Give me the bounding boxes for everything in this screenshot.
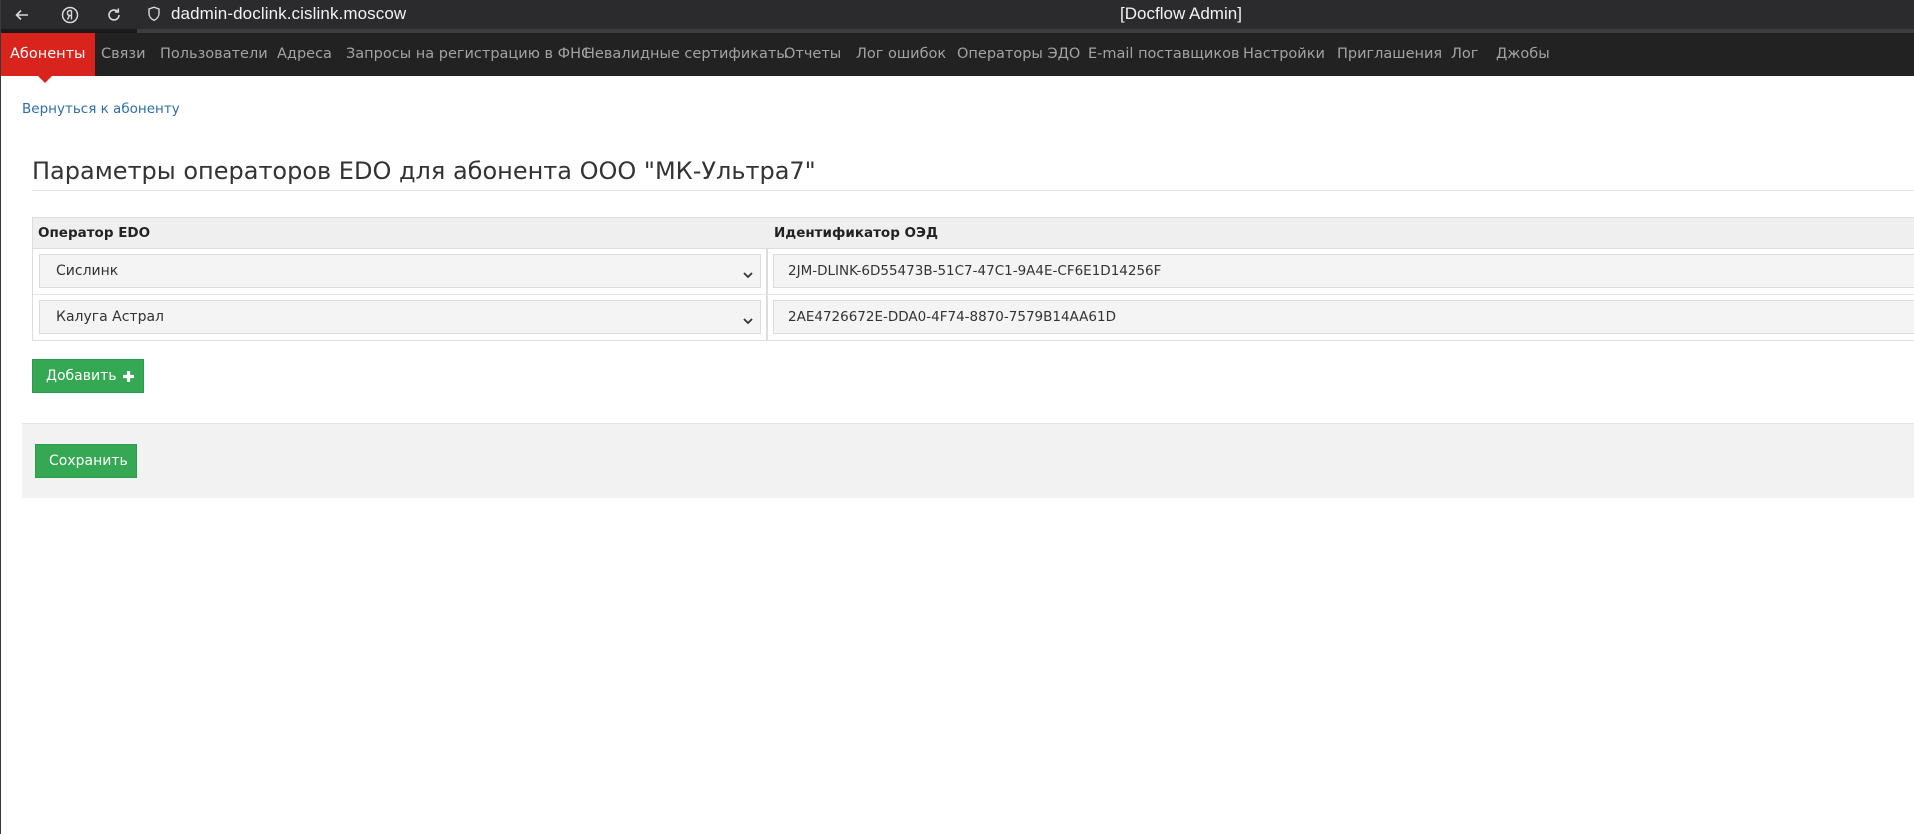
browser-toolbar: dadmin-doclink.cislink.moscow [Docflow A…	[1, 0, 1914, 29]
header-operator: Оператор EDO	[38, 225, 151, 241]
add-button-label: Добавить	[46, 368, 117, 384]
chevron-down-icon	[742, 312, 754, 325]
add-button[interactable]: Добавить	[32, 359, 144, 393]
nav-item-settings[interactable]: Настройки	[1243, 33, 1325, 76]
nav-item-jobs[interactable]: Джобы	[1496, 33, 1550, 76]
nav-item-supplier-emails[interactable]: E-mail поставщиков	[1088, 33, 1240, 76]
operator-select[interactable]: Калуга Астрал	[39, 300, 761, 334]
nav-item-edo-operators[interactable]: Операторы ЭДО	[957, 33, 1080, 76]
plus-icon	[122, 370, 135, 383]
operator-select-value: Калуга Астрал	[56, 309, 164, 325]
form-footer	[22, 423, 1914, 498]
nav-item-fns-requests[interactable]: Запросы на регистрацию в ФНС	[346, 33, 591, 76]
nav-item-log[interactable]: Лог	[1451, 33, 1478, 76]
table-row: Сислинк 2JM-DLINK-6D55473B-51C7-47C1-9A4…	[33, 249, 1914, 294]
back-to-subscriber-link[interactable]: Вернуться к абоненту	[22, 101, 180, 117]
table-row: Калуга Астрал 2AE4726672E-DDA0-4F74-8870…	[33, 294, 1914, 340]
save-button[interactable]: Сохранить	[35, 444, 137, 478]
identifier-input[interactable]: 2JM-DLINK-6D55473B-51C7-47C1-9A4E-CF6E1D…	[773, 254, 1914, 288]
identifier-input[interactable]: 2AE4726672E-DDA0-4F74-8870-7579B14AA61D	[773, 300, 1914, 334]
main-nav: Абоненты Связи Пользователи Адреса Запро…	[1, 33, 1914, 83]
nav-item-subscribers[interactable]: Абоненты	[1, 33, 95, 76]
window-title: [Docflow Admin]	[1120, 4, 1242, 23]
save-button-label: Сохранить	[49, 453, 128, 469]
operator-select[interactable]: Сислинк	[39, 254, 761, 288]
title-divider	[32, 190, 1914, 191]
nav-item-users[interactable]: Пользователи	[160, 33, 268, 76]
header-identifier: Идентификатор ОЭД	[774, 225, 938, 241]
nav-item-invalid-certs[interactable]: Невалидные сертификаты	[584, 33, 788, 76]
page-title: Параметры операторов EDO для абонента ОО…	[32, 157, 816, 185]
identifier-input-value: 2JM-DLINK-6D55473B-51C7-47C1-9A4E-CF6E1D…	[788, 263, 1162, 279]
active-tab-caret	[38, 76, 52, 83]
edo-operators-table: Оператор EDO Идентификатор ОЭД Сислинк 2…	[32, 217, 1914, 341]
chevron-down-icon	[742, 266, 754, 279]
nav-item-invitations[interactable]: Приглашения	[1337, 33, 1442, 76]
operator-select-value: Сислинк	[56, 263, 119, 279]
table-header: Оператор EDO Идентификатор ОЭД	[33, 218, 1914, 249]
nav-item-reports[interactable]: Отчеты	[784, 33, 841, 76]
identifier-input-value: 2AE4726672E-DDA0-4F74-8870-7579B14AA61D	[788, 309, 1116, 325]
nav-item-addresses[interactable]: Адреса	[277, 33, 332, 76]
nav-item-links[interactable]: Связи	[101, 33, 146, 76]
nav-item-error-log[interactable]: Лог ошибок	[856, 33, 946, 76]
